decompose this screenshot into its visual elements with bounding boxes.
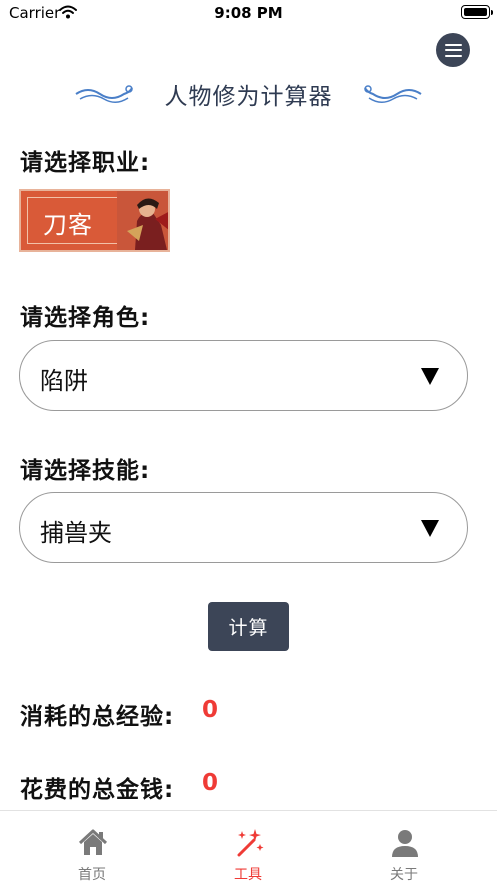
total-exp-value: 0 [202, 697, 219, 723]
role-label: 请选择角色: [20, 305, 151, 331]
total-money-value: 0 [202, 770, 219, 796]
tab-about[interactable]: 关于 [321, 811, 487, 883]
total-money-label: 花费的总金钱: [20, 777, 175, 803]
skill-label: 请选择技能: [20, 458, 151, 484]
skill-select-value: 捕兽夹 [40, 519, 112, 547]
tab-tools-label: 工具 [234, 867, 262, 883]
role-select[interactable]: 陷阱 [19, 340, 468, 411]
cloud-ornament-right-icon [364, 85, 422, 103]
hamburger-menu-icon [444, 43, 462, 46]
calculate-button[interactable]: 计算 [208, 602, 289, 651]
battery-icon [461, 5, 490, 19]
person-icon [392, 830, 418, 857]
profession-name: 刀客 [43, 211, 93, 239]
tab-home[interactable]: 首页 [9, 811, 175, 883]
dropdown-triangle-icon [421, 368, 439, 385]
tab-bar: 首页 工具 关于 [0, 810, 497, 883]
magic-wand-icon [237, 829, 264, 857]
menu-button[interactable] [436, 33, 470, 67]
profession-label: 请选择职业: [20, 150, 151, 176]
character-portrait-icon [117, 191, 168, 250]
skill-select[interactable]: 捕兽夹 [19, 492, 468, 563]
page-header: 人物修为计算器 [0, 72, 497, 112]
role-select-value: 陷阱 [40, 367, 88, 395]
tab-about-label: 关于 [390, 867, 418, 883]
dropdown-triangle-icon [421, 520, 439, 537]
home-icon [78, 829, 108, 855]
status-time: 9:08 PM [214, 4, 283, 22]
tab-tools[interactable]: 工具 [165, 811, 331, 883]
tab-home-label: 首页 [78, 867, 106, 883]
profession-option[interactable]: 刀客 [19, 189, 170, 252]
status-bar: Carrier 9:08 PM [0, 0, 497, 26]
total-exp-label: 消耗的总经验: [20, 704, 175, 730]
